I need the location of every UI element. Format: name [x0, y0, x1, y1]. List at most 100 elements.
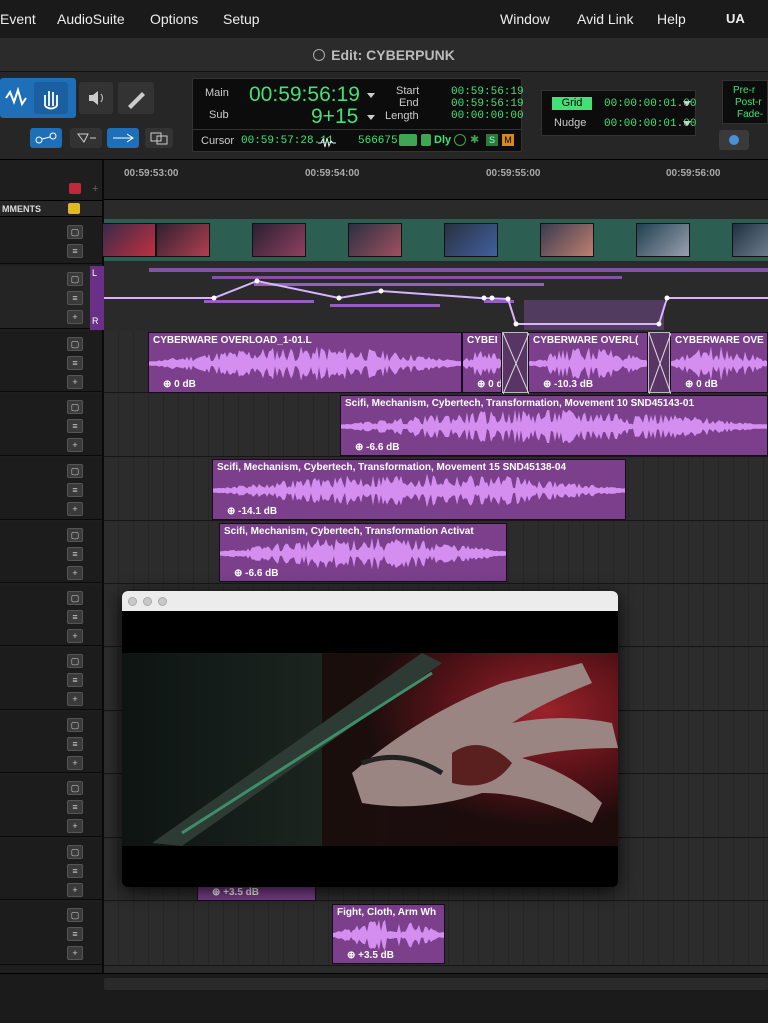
close-window-icon[interactable]	[128, 597, 137, 606]
pie-clock-icon[interactable]	[719, 130, 749, 150]
track-header[interactable]: ▢ ≡ +	[0, 712, 102, 773]
track-header[interactable]: ▢ ≡ +	[0, 458, 102, 520]
audio-clip[interactable]: Scifi, Mechanism, Cybertech, Transformat…	[212, 459, 626, 520]
clip-gain[interactable]: ⊕ -6.6 dB	[224, 568, 279, 579]
postroll-label[interactable]: Post-r	[735, 97, 762, 108]
note-icon[interactable]	[421, 134, 431, 146]
track-header[interactable]: ▢ ≡ +	[0, 648, 102, 710]
add-lane-icon[interactable]: +	[67, 946, 83, 960]
end-value[interactable]: 00:59:56:19	[451, 98, 524, 110]
track-header[interactable]: ▢ ≡ +	[0, 839, 102, 900]
menu-options[interactable]: Options	[150, 11, 198, 27]
view-icon[interactable]: ▢	[67, 337, 83, 351]
add-lane-icon[interactable]: +	[67, 756, 83, 770]
minimize-window-icon[interactable]	[143, 597, 152, 606]
clip-gain[interactable]: ⊕ +3.5 dB	[337, 950, 394, 961]
marker-yellow-icon[interactable]	[68, 203, 80, 214]
video-track-lane[interactable]	[102, 219, 768, 261]
add-lane-icon[interactable]: +	[67, 438, 83, 452]
video-window-titlebar[interactable]	[122, 591, 618, 611]
add-ruler-plus-icon[interactable]: +	[92, 183, 98, 195]
pencil-tool-icon[interactable]	[118, 82, 154, 114]
horizontal-scrollbar[interactable]	[104, 978, 768, 990]
comment-list-icon[interactable]: ≡	[67, 291, 83, 305]
nudge-label[interactable]: Nudge	[554, 117, 586, 129]
menu-event[interactable]: Event	[0, 11, 36, 27]
view-icon[interactable]: ▢	[67, 654, 83, 668]
tab-to-transients-icon[interactable]	[107, 128, 139, 148]
comment-list-icon[interactable]: ≡	[67, 864, 83, 878]
start-value[interactable]: 00:59:56:19	[451, 86, 524, 98]
comment-list-icon[interactable]: ≡	[67, 419, 83, 433]
comment-list-icon[interactable]: ≡	[67, 547, 83, 561]
audio-clip[interactable]: Scifi, Mechanism, Cybertech, Transformat…	[219, 523, 507, 582]
add-lane-icon[interactable]: +	[67, 310, 83, 324]
audio-clip[interactable]: CYBERWARE OVE ⊕ 0 dB	[670, 332, 768, 393]
comment-list-icon[interactable]: ≡	[67, 673, 83, 687]
add-lane-icon[interactable]: +	[67, 692, 83, 706]
red-marker-icon[interactable]	[69, 183, 81, 194]
menu-help[interactable]: Help	[657, 11, 686, 27]
clip-gain[interactable]: ⊕ -6.6 dB	[345, 442, 400, 453]
audio-clip[interactable]: CYBERWARE OVERL(⊕ -10.3 dB	[528, 332, 648, 393]
audio-clip[interactable]: ⊕ +3.5 dB	[197, 885, 316, 901]
add-lane-icon[interactable]: +	[67, 883, 83, 897]
track-header[interactable]: ▢ ≡ +	[0, 585, 102, 646]
insertion-follows-icon[interactable]	[70, 128, 102, 148]
comment-list-icon[interactable]: ≡	[67, 927, 83, 941]
menu-window[interactable]: Window	[500, 11, 550, 27]
add-lane-icon[interactable]: +	[67, 502, 83, 516]
fadein-label[interactable]: Fade-	[737, 109, 763, 120]
comment-list-icon[interactable]: ≡	[67, 356, 83, 370]
grabber-hand-icon[interactable]	[34, 82, 68, 114]
view-icon[interactable]: ▢	[67, 464, 83, 478]
comment-list-icon[interactable]: ≡	[67, 483, 83, 497]
track-header[interactable]: ▢ ≡ +	[0, 775, 102, 837]
add-lane-icon[interactable]: +	[67, 566, 83, 580]
track-header[interactable]: ▢ ≡ +	[0, 394, 102, 456]
mirrored-midi-icon[interactable]	[145, 128, 173, 148]
track-header[interactable]: ▢ ≡	[0, 219, 102, 264]
menu-audiosuite[interactable]: AudioSuite	[57, 11, 125, 27]
sub-counter-value[interactable]: 9+15	[311, 105, 358, 129]
track-header[interactable]: ▢ ≡ +	[0, 522, 102, 583]
zoomer-tool-icon[interactable]	[0, 82, 30, 114]
comment-list-icon[interactable]: ≡	[67, 737, 83, 751]
preroll-label[interactable]: Pre-r	[733, 85, 755, 96]
clip-gain[interactable]: ⊕ -10.3 dB	[533, 379, 593, 390]
track-header[interactable]: ▢ ≡ +	[0, 902, 102, 965]
view-icon[interactable]: ▢	[67, 400, 83, 414]
mute-m-button[interactable]: M	[502, 134, 514, 146]
view-icon[interactable]: ▢	[67, 781, 83, 795]
audio-clip[interactable]: Fight, Cloth, Arm Wh ⊕ +3.5 dB	[332, 904, 445, 964]
scrubber-speaker-icon[interactable]	[79, 82, 113, 114]
nudge-dropdown-icon[interactable]	[683, 121, 691, 126]
view-icon[interactable]: ▢	[67, 718, 83, 732]
menu-setup[interactable]: Setup	[223, 11, 260, 27]
audio-clip[interactable]: CYBERWARE OVERLOAD_1-01.L ⊕ 0 dB	[148, 332, 462, 393]
audio-clip[interactable]: CYBEI ⊕ 0 dI	[462, 332, 502, 393]
grid-label[interactable]: Grid	[552, 97, 592, 110]
countoff-icon[interactable]: ✱	[470, 134, 482, 146]
view-icon[interactable]: ▢	[67, 225, 83, 239]
crossfade[interactable]	[502, 332, 530, 395]
metronome-icon[interactable]	[454, 134, 466, 146]
zoom-window-icon[interactable]	[158, 597, 167, 606]
add-lane-icon[interactable]: +	[67, 375, 83, 389]
clip-gain[interactable]: ⊕ 0 dB	[153, 379, 196, 390]
timecode-ruler[interactable]	[104, 160, 768, 200]
midi-input-icon[interactable]	[399, 134, 417, 146]
clip-gain[interactable]: ⊕ -14.1 dB	[217, 506, 277, 517]
add-lane-icon[interactable]: +	[67, 629, 83, 643]
solo-s-button[interactable]: S	[486, 134, 498, 146]
view-icon[interactable]: ▢	[67, 845, 83, 859]
clip-gain[interactable]: ⊕ 0 dB	[675, 379, 718, 390]
crossfade[interactable]	[648, 332, 672, 395]
comment-list-icon[interactable]: ≡	[67, 244, 83, 258]
automation-lane[interactable]	[104, 264, 768, 332]
menu-ua[interactable]: UA	[726, 11, 745, 26]
grid-dropdown-icon[interactable]	[683, 101, 691, 106]
view-icon[interactable]: ▢	[67, 908, 83, 922]
audio-clip[interactable]: Scifi, Mechanism, Cybertech, Transformat…	[340, 395, 768, 456]
main-counter-value[interactable]: 00:59:56:19	[249, 83, 360, 107]
